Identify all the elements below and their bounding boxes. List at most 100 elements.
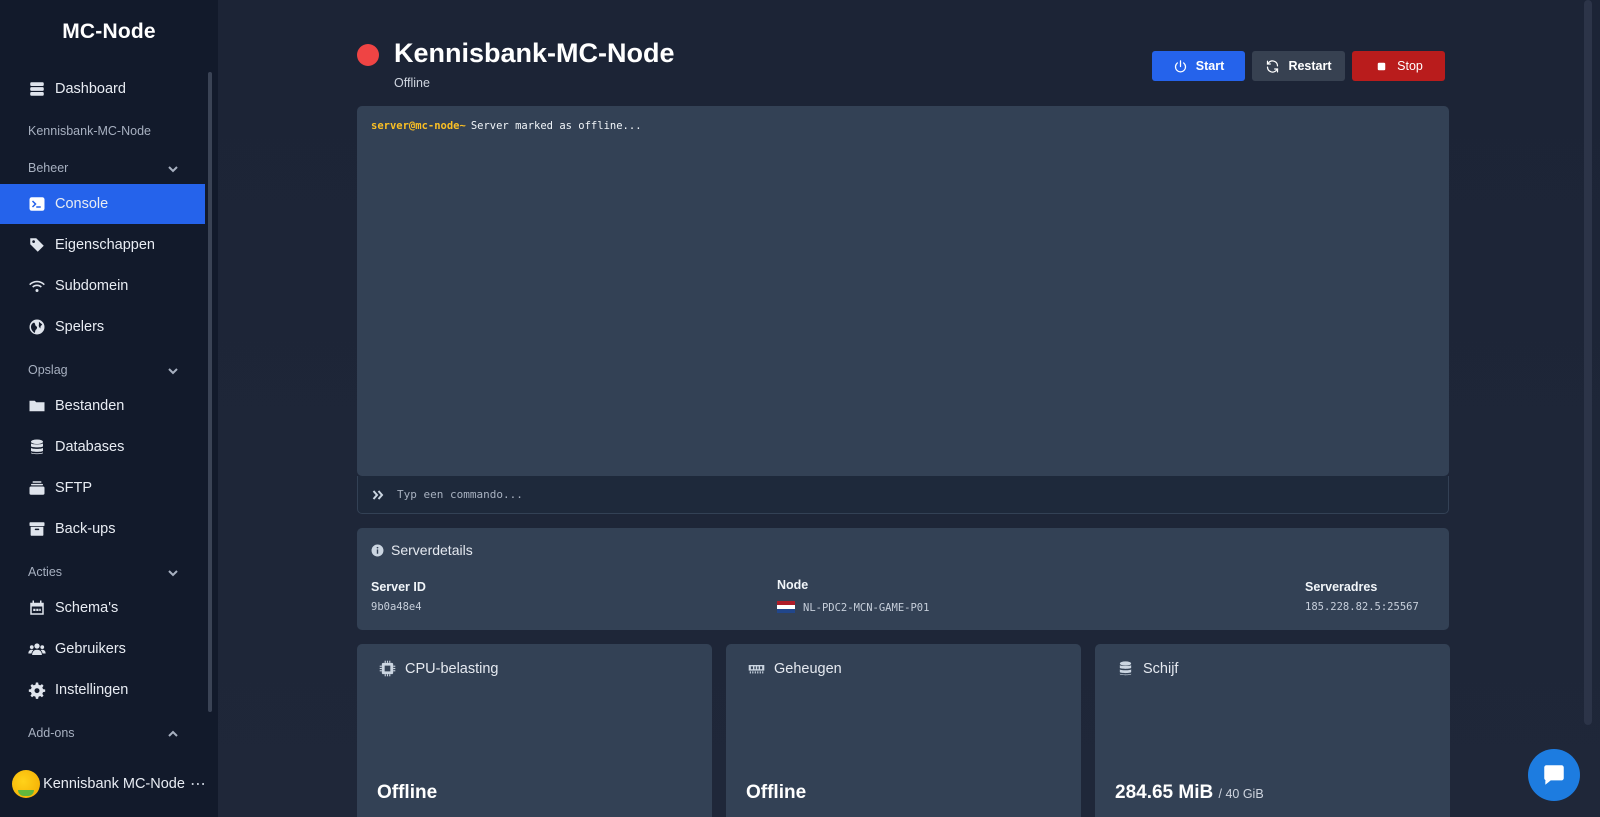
user-menu[interactable]: Kennisbank MC-Node ⋯ [12, 762, 208, 806]
sidebar-item-gebruikers[interactable]: Gebruikers [0, 629, 205, 669]
details-title: Serverdetails [391, 542, 473, 558]
database-icon [28, 438, 46, 456]
sidebar-item-label: Eigenschappen [55, 237, 155, 253]
page-scrollbar[interactable] [1584, 0, 1592, 725]
disk-card-header: Schijf [1117, 660, 1178, 677]
chevron-down-icon [168, 567, 178, 577]
sidebar-section-addons[interactable]: Add-ons [28, 726, 178, 740]
chat-widget-button[interactable] [1528, 749, 1580, 801]
sidebar-item-dashboard[interactable]: Dashboard [0, 69, 205, 109]
sidebar-item-label: Spelers [55, 319, 105, 335]
section-label: Opslag [28, 363, 68, 377]
sidebar-item-label: Back-ups [55, 521, 116, 537]
refresh-icon [1267, 59, 1279, 73]
tag-icon [28, 236, 46, 254]
sidebar-item-label: Schema's [55, 600, 119, 616]
memory-value: Offline [746, 782, 807, 803]
sidebar-item-console[interactable]: Console [0, 184, 205, 224]
stop-label: Stop [1397, 59, 1423, 73]
sidebar-item-instellingen[interactable]: Instellingen [0, 670, 205, 710]
server-status-text: Offline [394, 76, 430, 90]
info-icon [371, 544, 384, 556]
main-content: Kennisbank-MC-Node Offline Start Restart… [218, 0, 1600, 817]
console-output[interactable]: server@mc-node~ Server marked as offline.… [357, 106, 1449, 476]
memory-title: Geheugen [774, 660, 842, 677]
section-label: Add-ons [28, 726, 75, 740]
console-line: server@mc-node~ Server marked as offline.… [371, 120, 642, 132]
calendar-icon [28, 599, 46, 617]
server-details-panel: Serverdetails Server ID 9b0a48e4 Node NL… [357, 528, 1449, 630]
sidebar-item-subdomein[interactable]: Subdomein [0, 266, 205, 306]
start-button[interactable]: Start [1152, 51, 1245, 81]
sidebar-item-eigenschappen[interactable]: Eigenschappen [0, 225, 205, 265]
users-icon [28, 640, 46, 658]
power-icon [1174, 59, 1186, 72]
terminal-icon [28, 195, 46, 213]
chevrons-right-icon [372, 489, 384, 500]
command-bar [357, 476, 1449, 514]
chevron-down-icon [168, 163, 178, 173]
cpu-card-header: CPU-belasting [379, 660, 499, 677]
sidebar-item-label: Databases [55, 439, 125, 455]
sidebar-item-bestanden[interactable]: Bestanden [0, 386, 205, 426]
sidebar-item-backups[interactable]: Back-ups [0, 509, 205, 549]
server-icon [28, 80, 46, 98]
restart-button[interactable]: Restart [1252, 51, 1345, 81]
netherlands-flag-icon [777, 601, 795, 613]
user-name: Kennisbank MC-Node [43, 776, 185, 792]
disk-value: 284.65 MiB [1115, 782, 1214, 803]
sidebar-item-schemas[interactable]: Schema's [0, 588, 205, 628]
globe-icon [28, 318, 46, 336]
sidebar-item-label: Console [55, 196, 109, 212]
sidebar-section-acties[interactable]: Acties [28, 565, 178, 579]
sidebar-section-beheer[interactable]: Beheer [28, 161, 178, 175]
sidebar-scrollbar[interactable] [208, 72, 212, 712]
node-value-row[interactable]: NL-PDC2-MCN-GAME-P01 [777, 601, 929, 614]
sidebar-section-opslag[interactable]: Opslag [28, 363, 178, 377]
section-label: Acties [28, 565, 63, 579]
command-input[interactable] [397, 488, 1297, 501]
cpu-value: Offline [377, 782, 438, 803]
details-header: Serverdetails [371, 542, 473, 558]
server-id-value[interactable]: 9b0a48e4 [371, 601, 422, 613]
sidebar-server-name: Kennisbank-MC-Node [28, 124, 151, 138]
more-options-icon[interactable]: ⋯ [188, 774, 208, 794]
sidebar-item-spelers[interactable]: Spelers [0, 307, 205, 347]
section-label: Beheer [28, 161, 69, 175]
page-title: Kennisbank-MC-Node [394, 38, 675, 68]
wifi-icon [28, 277, 46, 295]
disk-title: Schijf [1143, 660, 1179, 677]
node-label: Node [777, 578, 809, 592]
avatar[interactable] [12, 770, 40, 798]
stop-icon [1377, 62, 1386, 70]
console-message: Server marked as offline... [470, 120, 642, 132]
memory-card-header: Geheugen [748, 660, 842, 677]
cpu-icon [379, 660, 396, 677]
gear-icon [28, 681, 46, 699]
chat-icon [1544, 765, 1564, 785]
memory-icon [748, 664, 765, 674]
cpu-title: CPU-belasting [405, 660, 499, 677]
chevron-up-icon [168, 728, 178, 738]
restart-label: Restart [1288, 59, 1332, 73]
sidebar-item-label: Bestanden [55, 398, 125, 414]
stop-button[interactable]: Stop [1352, 51, 1445, 81]
status-indicator [357, 44, 379, 66]
server-id-label: Server ID [371, 580, 426, 594]
sidebar-item-databases[interactable]: Databases [0, 427, 205, 467]
sidebar-item-sftp[interactable]: SFTP [0, 468, 205, 508]
sidebar: MC-Node Dashboard Kennisbank-MC-Node Beh… [0, 0, 218, 817]
sidebar-item-label: Subdomein [55, 278, 129, 294]
chevron-down-icon [168, 365, 178, 375]
cpu-card: CPU-belasting Offline [357, 644, 712, 817]
disk-limit: / 40 GiB [1218, 787, 1264, 801]
archive-icon [28, 520, 46, 538]
sidebar-item-label: SFTP [55, 480, 93, 496]
address-value[interactable]: 185.228.82.5:25567 [1305, 601, 1419, 613]
brand-logo-text[interactable]: MC-Node [0, 20, 218, 44]
start-label: Start [1195, 59, 1225, 73]
database-icon [1119, 661, 1132, 676]
disk-value-row: 284.65 MiB / 40 GiB [1115, 782, 1264, 804]
address-label: Serveradres [1305, 580, 1378, 594]
sidebar-item-label: Instellingen [55, 682, 129, 698]
